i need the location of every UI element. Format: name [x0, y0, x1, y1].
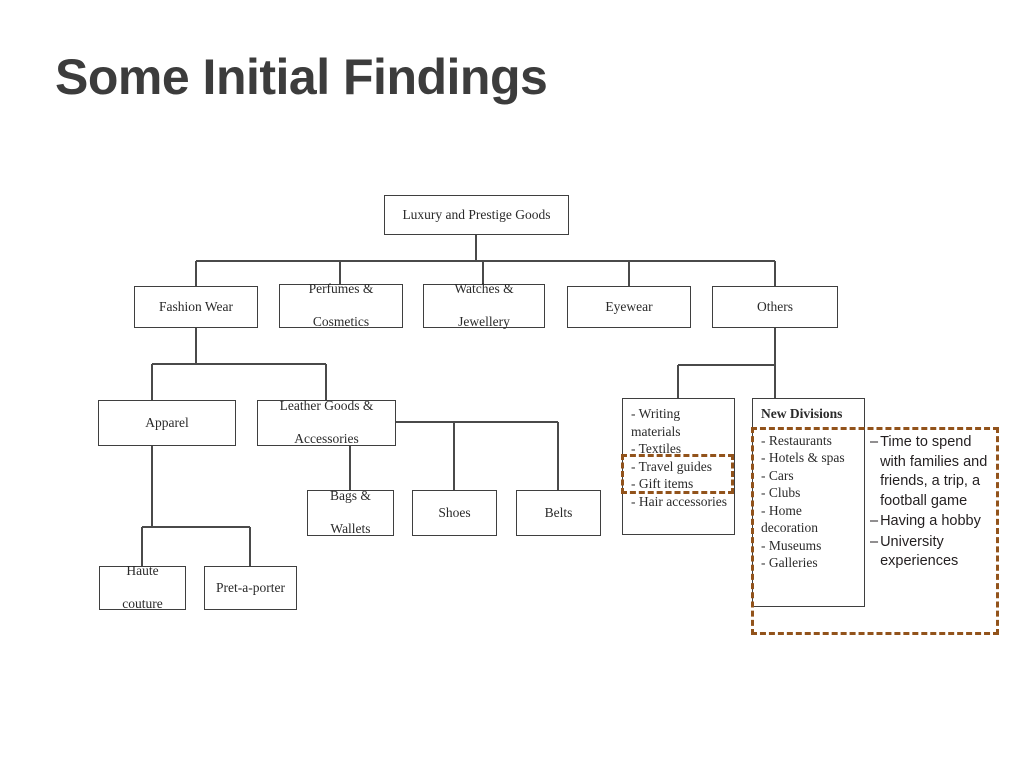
list-item: – Time to spend with families and friend… — [870, 433, 995, 511]
list-item: - Hair accessories — [631, 493, 727, 509]
node-label: Others — [757, 298, 793, 314]
node-label: Bags & Wallets — [330, 488, 371, 537]
org-chart-diagram: Luxury and Prestige Goods Fashion Wear P… — [0, 0, 1024, 768]
slide-canvas: Some Initial Findings Luxury and Prestig… — [0, 0, 1024, 768]
node-label: Luxury and Prestige Goods — [402, 206, 551, 222]
node-label: Belts — [544, 504, 573, 520]
node-belts[interactable]: Belts — [516, 490, 601, 536]
node-label: Watches & Jewellery — [454, 281, 513, 330]
list-item: - Clubs — [761, 485, 801, 501]
list-item-label: Having a hobby — [880, 513, 981, 530]
list-item: - Museums — [761, 537, 822, 553]
node-fashion-wear[interactable]: Fashion Wear — [134, 286, 258, 328]
node-label-line1: Bags & — [330, 488, 371, 504]
list-item: - Gift items — [631, 476, 694, 492]
node-label-line1: Perfumes & — [308, 281, 374, 297]
new-divisions-box[interactable]: New Divisions - Restaurants - Hotels & s… — [752, 398, 865, 607]
node-label: Haute couture — [122, 563, 162, 612]
node-shoes[interactable]: Shoes — [412, 490, 497, 536]
node-luxury-and-prestige-goods[interactable]: Luxury and Prestige Goods — [384, 195, 569, 235]
node-label-line2: Accessories — [294, 431, 359, 447]
node-watches-jewellery[interactable]: Watches & Jewellery — [423, 281, 545, 330]
node-pret-a-porter[interactable]: Pret-a-porter — [204, 566, 297, 610]
list-item: - Home decoration — [761, 502, 818, 536]
node-label-line2: Wallets — [330, 521, 371, 537]
node-label: Pret-a-porter — [216, 579, 285, 595]
list-item-label: Time to spend with families and friends,… — [880, 434, 988, 509]
node-label-line2: Jewellery — [458, 314, 510, 330]
node-label: Shoes — [438, 504, 471, 520]
node-label: Apparel — [145, 414, 189, 430]
list-item: - Restaurants — [761, 432, 832, 448]
node-label: Fashion Wear — [158, 298, 234, 314]
dash-bullet-icon: – — [870, 513, 879, 530]
new-divisions-title: New Divisions — [761, 406, 843, 421]
node-label-line1: Haute — [126, 563, 159, 579]
node-label: Leather Goods & Accessories — [280, 398, 374, 447]
list-item: - Writing materials — [631, 406, 681, 439]
node-perfumes-cosmetics[interactable]: Perfumes & Cosmetics — [279, 281, 403, 330]
node-haute-couture[interactable]: Haute couture — [99, 563, 186, 612]
node-label-line1: Leather Goods & — [279, 398, 374, 414]
others-items-box[interactable]: - Writing materials - Textiles - Travel … — [622, 398, 735, 535]
list-item: – University experiences — [870, 533, 995, 572]
node-apparel[interactable]: Apparel — [98, 400, 236, 446]
node-label-line2: couture — [122, 596, 163, 612]
node-others[interactable]: Others — [712, 286, 838, 328]
list-item: – Having a hobby — [870, 512, 995, 532]
node-label-line2: Cosmetics — [312, 314, 370, 330]
node-label: Perfumes & Cosmetics — [309, 281, 374, 330]
list-item: - Galleries — [761, 555, 818, 571]
list-item: - Textiles — [631, 441, 682, 457]
list-item: - Cars — [761, 467, 794, 483]
list-item: - Hotels & spas — [761, 450, 845, 466]
dash-bullet-icon: – — [870, 533, 879, 550]
list-item-label: University experiences — [880, 533, 959, 570]
node-label-line1: Watches & — [454, 281, 514, 297]
node-bags-wallets[interactable]: Bags & Wallets — [307, 488, 394, 537]
node-eyewear[interactable]: Eyewear — [567, 286, 691, 328]
dash-bullet-icon: – — [870, 434, 879, 450]
connector-lines — [141, 235, 776, 566]
node-label: Eyewear — [605, 298, 653, 314]
list-item: - Travel guides — [631, 458, 712, 474]
insights-bullet-list: – Time to spend with families and friend… — [870, 433, 995, 573]
node-leather-goods-accessories[interactable]: Leather Goods & Accessories — [257, 398, 396, 447]
